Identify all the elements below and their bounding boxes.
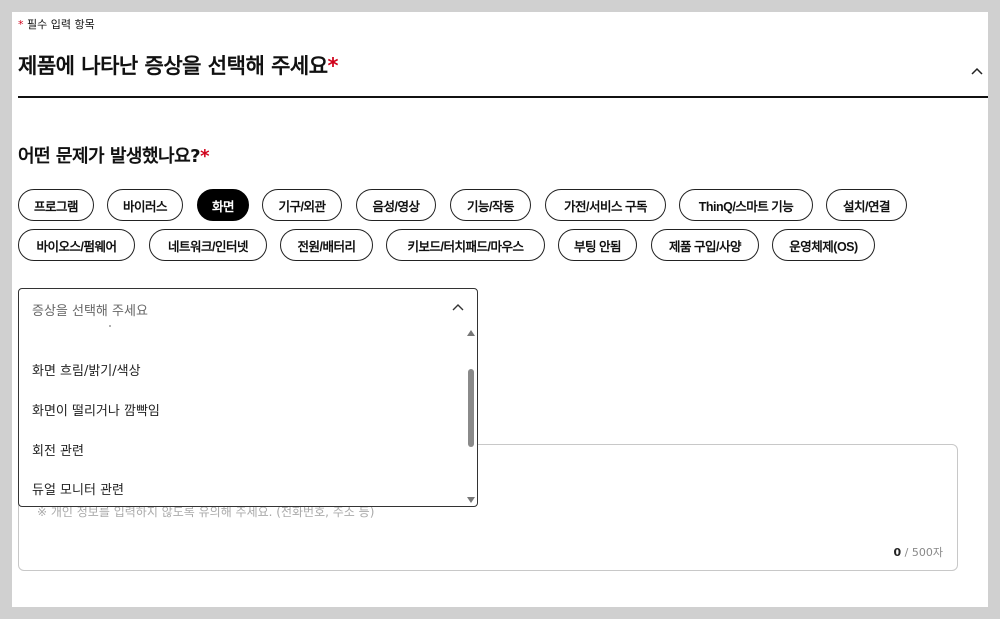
required-note: * 필수 입력 항목 — [18, 16, 95, 32]
symptom-option[interactable]: 회전 관련 — [32, 440, 84, 459]
symptom-form-page: * 필수 입력 항목 제품에 나타난 증상을 선택해 주세요* 어떤 문제가 발… — [12, 12, 988, 607]
category-chip-network[interactable]: 네트워크/인터넷 — [149, 229, 267, 261]
scrollbar-thumb[interactable] — [468, 369, 474, 447]
category-chip-purchase[interactable]: 제품 구입/사양 — [651, 229, 759, 261]
section-title-star: * — [327, 54, 339, 78]
list-separator-dot — [109, 325, 111, 327]
category-chip-exterior[interactable]: 기구/외관 — [262, 189, 342, 221]
section-title: 제품에 나타난 증상을 선택해 주세요* — [18, 50, 339, 80]
required-note-text: 필수 입력 항목 — [27, 18, 95, 31]
scroll-down-arrow-icon[interactable] — [467, 497, 475, 503]
category-chip-boot[interactable]: 부팅 안됨 — [558, 229, 637, 261]
required-star: * — [18, 18, 24, 31]
symptom-dropdown[interactable]: 증상을 선택해 주세요 화면 흐림/밝기/색상 화면이 떨리거나 깜빡임 회전 … — [18, 288, 478, 507]
symptom-option[interactable]: 화면 흐림/밝기/색상 — [32, 360, 141, 379]
category-chip-power[interactable]: 전원/배터리 — [280, 229, 373, 261]
question-title-star: * — [200, 146, 209, 167]
char-counter: 0 / 500자 — [894, 544, 943, 560]
category-chip-audio-video[interactable]: 음성/영상 — [356, 189, 436, 221]
category-chip-program[interactable]: 프로그램 — [18, 189, 94, 221]
category-chip-subscription[interactable]: 가전/서비스 구독 — [545, 189, 666, 221]
dropdown-scrollbar[interactable] — [465, 329, 477, 506]
category-chip-screen[interactable]: 화면 — [197, 189, 249, 221]
char-count: 0 — [893, 546, 902, 559]
question-title: 어떤 문제가 발생했나요?* — [18, 142, 209, 168]
section-divider — [18, 96, 988, 98]
symptom-select-placeholder: 증상을 선택해 주세요 — [32, 304, 148, 319]
chevron-up-icon[interactable] — [968, 62, 986, 80]
category-chip-os[interactable]: 운영체제(OS) — [772, 229, 875, 261]
category-chip-virus[interactable]: 바이러스 — [107, 189, 183, 221]
symptom-option[interactable]: 화면이 떨리거나 깜빡임 — [32, 400, 160, 419]
category-chip-keyboard[interactable]: 키보드/터치패드/마우스 — [386, 229, 545, 261]
symptom-option[interactable]: 듀얼 모니터 관련 — [32, 479, 124, 498]
question-title-text: 어떤 문제가 발생했나요? — [18, 146, 201, 167]
category-chip-bios[interactable]: 바이오스/펌웨어 — [18, 229, 135, 261]
char-max: / 500자 — [904, 546, 943, 559]
section-title-text: 제품에 나타난 증상을 선택해 주세요 — [18, 54, 328, 78]
category-chip-installation[interactable]: 설치/연결 — [826, 189, 907, 221]
chevron-up-icon[interactable] — [451, 301, 465, 315]
scroll-up-arrow-icon[interactable] — [467, 330, 475, 336]
category-chip-thinq[interactable]: ThinQ/스마트 기능 — [679, 189, 813, 221]
category-chip-function[interactable]: 기능/작동 — [450, 189, 531, 221]
